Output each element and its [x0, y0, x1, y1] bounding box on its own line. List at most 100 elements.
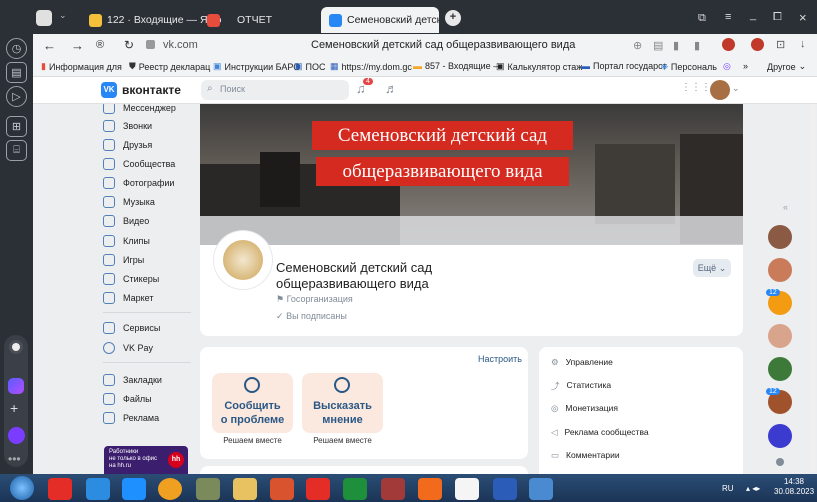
app-icon[interactable] — [196, 478, 220, 500]
bookmark-item[interactable]: ◈ Персональ — [661, 61, 717, 72]
cover-title-line2: общеразвивающего вида — [316, 157, 569, 186]
play-icon[interactable]: ▷ — [6, 86, 27, 107]
notes-icon[interactable]: ⌸ — [6, 140, 27, 161]
menu-ads[interactable]: ◁ Реклама сообщества — [551, 427, 649, 438]
language-indicator[interactable]: RU — [722, 484, 734, 493]
word-icon[interactable] — [493, 478, 517, 500]
bookmark-favicon-icon: ▣ — [496, 61, 505, 71]
avatar[interactable] — [710, 80, 730, 100]
tab-report[interactable]: ОТЧЕТ — [199, 7, 319, 33]
chat-avatar[interactable] — [768, 424, 792, 448]
scrollbar[interactable] — [810, 80, 816, 472]
profile-icon[interactable] — [36, 10, 52, 26]
app-icon[interactable] — [418, 478, 442, 500]
clock[interactable]: 14:38 30.08.2023 — [774, 477, 814, 497]
subscription-status[interactable]: ✓ Вы подписаны — [276, 311, 347, 322]
tile-report-problem[interactable]: Сообщить о проблеме — [212, 373, 293, 433]
chat-badge: 12 — [766, 289, 780, 296]
more-icon[interactable]: ••• — [8, 452, 21, 466]
bookmark-item[interactable]: ▣ Калькулятор стаж — [496, 61, 582, 72]
folder-icon[interactable] — [233, 478, 257, 500]
app-icon[interactable] — [529, 478, 553, 500]
bookmark-item[interactable]: ▮ Информация для — [41, 61, 122, 72]
url-text[interactable]: vk.com — [163, 39, 198, 51]
ie-icon[interactable] — [86, 478, 110, 500]
collections-icon[interactable]: ▤ — [6, 62, 27, 83]
chevron-down-icon[interactable]: ⌄ — [732, 83, 740, 94]
collapse-icon[interactable]: « — [783, 202, 788, 212]
group-logo-icon — [223, 240, 263, 280]
bookmark-item[interactable]: ▦ https://my.dom.gc — [330, 61, 412, 72]
document-icon — [207, 13, 220, 27]
notification-badge: 4 — [363, 78, 373, 85]
bookmark-icon[interactable]: ▮ — [673, 39, 679, 52]
menu-comments[interactable]: ▭ Комментарии — [551, 450, 620, 461]
start-button[interactable] — [10, 476, 34, 500]
apps-grid-icon[interactable]: ⋮⋮⋮ — [681, 82, 711, 93]
app-icon[interactable] — [381, 478, 405, 500]
tabs-menu-icon[interactable]: ⌄ — [59, 10, 73, 26]
menu-stats[interactable]: ⤴ Статистика — [551, 380, 611, 392]
bookmark-item[interactable]: ▬ 857 - Входящие — — [413, 61, 502, 71]
tray-icons[interactable]: ▴ ◂▸ — [746, 484, 760, 493]
group-avatar[interactable] — [214, 231, 272, 289]
search-input[interactable]: ⌕ Поиск — [201, 80, 349, 100]
other-bookmarks[interactable]: Другое ⌄ — [767, 61, 806, 72]
minimize-icon[interactable]: _ — [750, 9, 756, 21]
music-app-icon[interactable] — [8, 378, 24, 394]
bookmark-add-icon[interactable]: ▮ — [694, 39, 700, 52]
bookmark-favicon-icon: ◈ — [661, 61, 668, 71]
reader-icon[interactable]: ▤ — [653, 39, 663, 52]
bookmark-favicon-icon: ▣ — [294, 61, 303, 71]
menu-manage[interactable]: ⚙ Управление — [551, 357, 613, 368]
key-icon[interactable]: ⊕ — [633, 39, 642, 52]
more-button[interactable]: Ещё ⌄ — [693, 259, 731, 277]
yandex-y-icon[interactable] — [455, 478, 479, 500]
chrome-icon[interactable] — [158, 478, 182, 500]
extension-icon[interactable] — [722, 38, 735, 51]
chat-avatar[interactable] — [768, 225, 792, 249]
back-icon[interactable]: ← — [43, 38, 56, 53]
history-icon[interactable]: ◷ — [6, 38, 27, 59]
menu-monetization[interactable]: ◎ Монетизация — [551, 403, 618, 414]
media-player-icon[interactable] — [122, 478, 146, 500]
setup-link[interactable]: Настроить — [478, 354, 522, 364]
bookmark-item[interactable]: ▣ Инструкции БАРС — [213, 61, 300, 72]
close-window-icon[interactable]: × — [799, 10, 807, 25]
friends-icon — [103, 139, 115, 151]
chat-avatar[interactable] — [768, 357, 792, 381]
extension2-icon[interactable] — [751, 38, 764, 51]
forward-icon[interactable]: → — [71, 38, 84, 53]
chat-avatar[interactable] — [768, 324, 792, 348]
alice-assistant-icon[interactable] — [8, 427, 25, 444]
vk-logo-text[interactable]: вконтакте — [122, 83, 181, 97]
alice-icon[interactable] — [9, 340, 23, 354]
downloads-icon[interactable]: ⊞ — [6, 116, 27, 137]
bookmark-item[interactable]: ▣ ПОС — [294, 61, 325, 72]
yandex-browser-icon[interactable] — [48, 478, 72, 500]
excel-icon[interactable] — [343, 478, 367, 500]
add-app-icon[interactable]: + — [10, 400, 18, 416]
mail-icon — [89, 13, 102, 27]
new-tab-button[interactable]: + — [445, 10, 461, 26]
restore-icon[interactable]: ⧠ — [773, 11, 782, 24]
chat-avatar[interactable] — [768, 258, 792, 282]
protect-icon[interactable]: ® — [96, 39, 104, 51]
music-icon[interactable]: ♬ — [385, 81, 398, 96]
reload-icon[interactable]: ↻ — [124, 38, 134, 52]
vk-logo-icon[interactable]: VK — [101, 82, 117, 98]
app-icon[interactable] — [270, 478, 294, 500]
bookmark-item[interactable]: ▬ Портал государст — [581, 61, 667, 71]
tab-vk[interactable]: Семеновский детский × — [321, 7, 439, 33]
bookmarks-overflow[interactable]: » — [743, 61, 748, 71]
bookmark-item[interactable]: ⛊ Реестр декларац — [129, 61, 210, 72]
ad-banner[interactable]: Работники не только в офис на hh.ru hh — [104, 446, 188, 474]
chat-dot-icon[interactable] — [776, 458, 784, 466]
tile-give-opinion[interactable]: Высказать мнение — [302, 373, 383, 433]
bookmark-item[interactable]: ◎ — [723, 61, 731, 72]
menu-icon[interactable]: ≡ — [725, 11, 731, 23]
extensions-icon[interactable]: ⊡ — [776, 38, 785, 51]
yandex-icon[interactable] — [306, 478, 330, 500]
copy-icon[interactable]: ⧉ — [698, 12, 706, 25]
download-icon[interactable]: ↓ — [800, 38, 806, 50]
